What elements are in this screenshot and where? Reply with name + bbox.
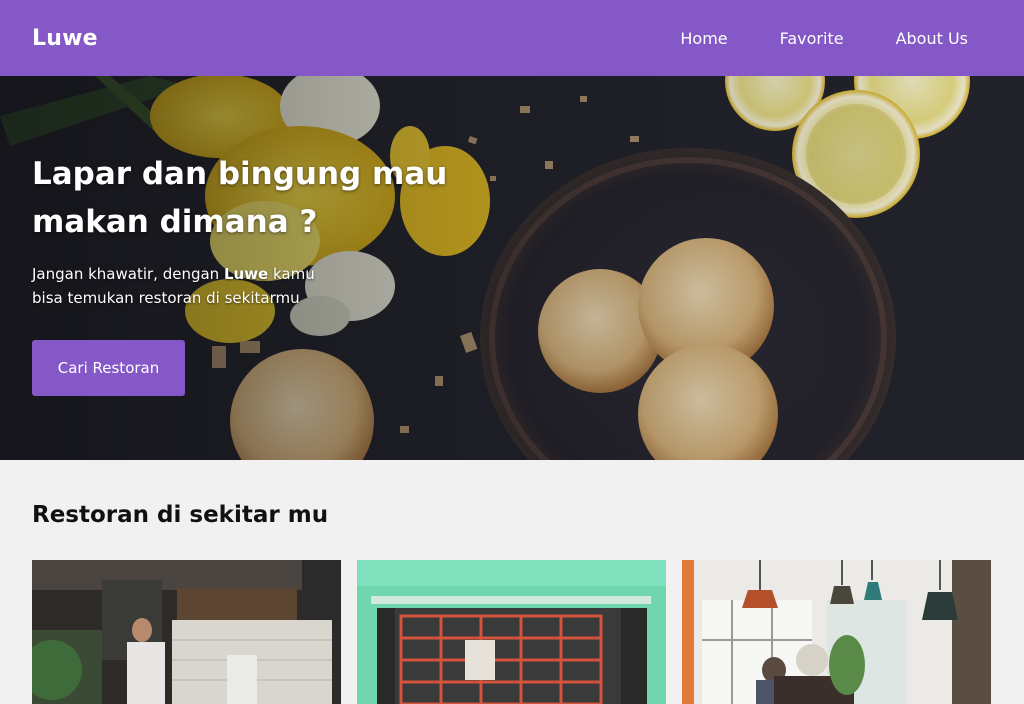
nav-links: Home Favorite About Us (654, 29, 992, 48)
restaurant-card[interactable] (32, 560, 341, 704)
restaurant-image-interior (682, 560, 991, 704)
nav-link-home[interactable]: Home (654, 29, 753, 48)
restaurant-image-cafe (32, 560, 341, 704)
restaurant-image-storefront (357, 560, 666, 704)
nav-link-favorite[interactable]: Favorite (754, 29, 870, 48)
brand-logo[interactable]: Luwe (32, 26, 98, 51)
find-restaurant-button[interactable]: Cari Restoran (32, 340, 185, 396)
nav-link-about-us[interactable]: About Us (870, 29, 992, 48)
restaurant-card[interactable] (682, 560, 991, 704)
hero: Lapar dan bingung mau makan dimana ? Jan… (0, 76, 1024, 460)
restaurant-card[interactable] (357, 560, 666, 704)
navbar: Luwe Home Favorite About Us (0, 0, 1024, 76)
hero-description: Jangan khawatir, dengan Luwe kamu bisa t… (32, 262, 332, 310)
hero-desc-text-before: Jangan khawatir, dengan (32, 265, 224, 283)
hero-content: Lapar dan bingung mau makan dimana ? Jan… (32, 150, 452, 310)
hero-desc-brand: Luwe (223, 265, 269, 283)
restaurant-list (32, 560, 991, 704)
hero-title: Lapar dan bingung mau makan dimana ? (32, 156, 448, 240)
section-title: Restoran di sekitar mu (32, 502, 329, 528)
